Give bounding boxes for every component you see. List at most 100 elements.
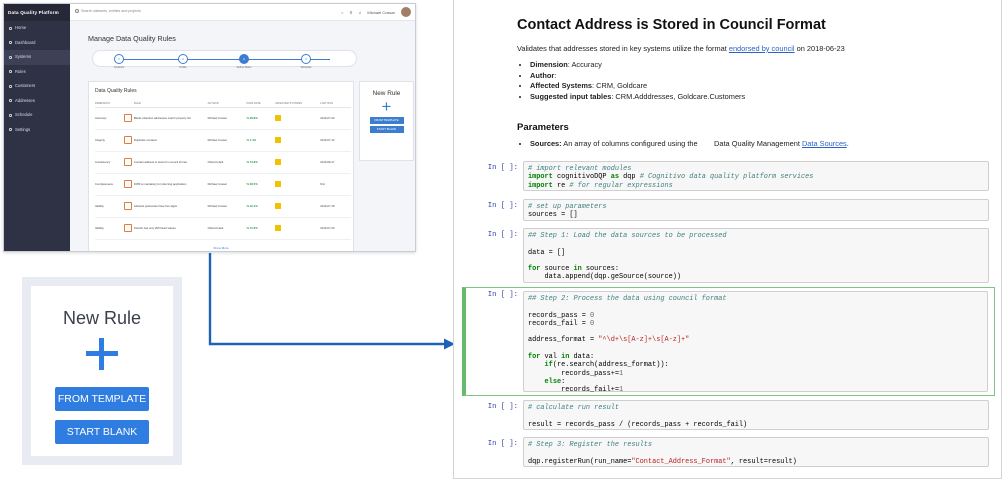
nav-item-home[interactable]: Home (4, 21, 70, 36)
nav-item-addresses[interactable]: Addresses (4, 94, 70, 109)
main-content: Manage Data Quality Rules 1 2 3 4 Conten… (70, 21, 415, 251)
row-systems (275, 217, 321, 240)
table-row[interactable]: Consistency Contact address is stored in… (95, 151, 351, 174)
data-sources-link[interactable]: Data Sources (802, 139, 847, 148)
nav-item-settings[interactable]: Settings (4, 123, 70, 138)
row-rule[interactable]: Blank collection addresses match propert… (133, 107, 208, 130)
bullet-key: Dimension (530, 60, 568, 69)
row-pass-rate: % 54.8% (246, 151, 276, 174)
code-editor[interactable]: # calculate run result result = records_… (523, 400, 989, 430)
new-rule-card-mini: New Rule + FROM TEMPLATE START BLANK (359, 81, 414, 161)
code-editor[interactable]: # set up parameters sources = [] (523, 199, 989, 221)
row-dimension: Consistency (95, 151, 124, 174)
code-editor[interactable]: # Step 3: Register the results dqp.regis… (523, 437, 989, 467)
row-author: Olivia Kubek (207, 151, 247, 174)
search-icon (75, 9, 79, 13)
step-3[interactable]: 3 (239, 54, 249, 64)
row-pass-rate: % 99.8% (246, 107, 276, 130)
customers-icon (9, 84, 12, 88)
step-4[interactable]: 4 (301, 54, 311, 64)
row-dimension: Validity (95, 195, 124, 218)
row-systems (275, 151, 321, 174)
col-last-run[interactable]: LAST RUN (320, 100, 351, 108)
plus-icon[interactable] (86, 338, 118, 370)
nav-item-schedule[interactable]: Schedule (4, 108, 70, 123)
code-editor[interactable]: # import relevant modules import cogniti… (523, 161, 989, 191)
from-template-button[interactable]: FROM TEMPLATE (369, 117, 404, 124)
brand-title: Data Quality Platform (4, 4, 70, 21)
col-icon (123, 100, 134, 108)
app-screenshot: Data Quality Platform Home Dashboard Sys… (3, 3, 416, 252)
nav-item-dashboard[interactable]: Dashboard (4, 36, 70, 51)
rule-doc-icon (123, 179, 132, 188)
code-editor[interactable]: ## Step 2: Process the data using counci… (523, 291, 988, 394)
code-editor[interactable]: ## Step 1: Load the data sources to be p… (523, 228, 989, 283)
row-author: Michael Cossar (207, 173, 247, 196)
system-logo-icon (275, 225, 282, 231)
row-dimension: Completeness (95, 173, 124, 196)
col-author[interactable]: AUTHOR (207, 100, 247, 108)
step-2[interactable]: 2 (178, 54, 188, 64)
bell-icon[interactable]: ♫ (358, 10, 361, 15)
param-end: . (846, 139, 849, 148)
col-rule[interactable]: RULE (133, 100, 208, 108)
table-row[interactable]: Accuracy Blank collection addresses matc… (95, 107, 351, 130)
col-dimension[interactable]: DIMENSION (95, 100, 124, 108)
row-dimension: Validity (95, 217, 124, 240)
row-icon (123, 129, 134, 152)
list-item: Affected Systems: CRM, Goldcare (530, 81, 745, 92)
row-rule[interactable]: DOB is mandatory for planning applicatio… (133, 173, 208, 196)
col-pass-rate[interactable]: PASS RATE (246, 100, 276, 108)
col-systems[interactable]: AFFECTED SYSTEMS (275, 100, 321, 108)
row-dimension: Accuracy (95, 107, 124, 130)
param-key: Sources: (530, 139, 562, 148)
bullet-key: Suggested input tables (530, 91, 612, 101)
table-row[interactable]: Validity Suburb has only 3M linked value… (95, 217, 351, 240)
table-row[interactable]: Validity Address postcodes have five dig… (95, 195, 351, 218)
nav-item-systems[interactable]: Systems (4, 50, 70, 65)
param-text: An array of columns configured using the… (561, 139, 802, 148)
start-blank-button[interactable]: START BLANK (55, 420, 149, 444)
show-more-link[interactable]: Show More (89, 246, 353, 250)
search-input[interactable]: Search datasets, entities and projects (75, 9, 141, 13)
new-rule-title: New Rule (62, 308, 142, 328)
home-icon (9, 26, 12, 30)
system-logo-icon (275, 159, 282, 165)
desc-text: Validates that addresses stored in key s… (517, 44, 729, 53)
parameters-heading: Parameters (517, 122, 569, 133)
from-template-button[interactable]: FROM TEMPLATE (55, 387, 149, 411)
desc-date: on 2018-06-23 (794, 44, 845, 53)
table-header-row: DIMENSION RULE AUTHOR PASS RATE AFFECTED… (95, 100, 351, 108)
user-name[interactable]: Michael Cossar (367, 10, 395, 15)
row-rule[interactable]: Contact address is stored in council for… (133, 151, 208, 174)
search-icon[interactable]: ⚲ (349, 10, 352, 15)
row-author: Michael Cossar (207, 129, 247, 152)
code-cell-selected[interactable]: In [ ]: ## Step 2: Process the data usin… (462, 287, 995, 396)
row-pass-rate: % 92.4% (246, 195, 276, 218)
start-blank-button[interactable]: START BLANK (369, 126, 404, 133)
step-2-label: Profile (179, 65, 187, 69)
rules-title: Data Quality Rules (95, 88, 137, 94)
system-logo-icon (275, 137, 282, 143)
parameters-list: Sources: An array of columns configured … (530, 139, 849, 148)
nav-item-rules[interactable]: Rules (4, 65, 70, 80)
list-item: Dimension: Accuracy (530, 60, 745, 71)
help-icon[interactable]: ○ (341, 10, 343, 15)
stepper-line (119, 59, 330, 60)
cell-prompt: In [ ]: (487, 291, 518, 299)
systems-icon (9, 55, 12, 59)
row-rule[interactable]: Suburb has only 3M linked values (133, 217, 208, 240)
rule-metadata-list: Dimension: Accuracy Author: Affected Sys… (530, 60, 745, 102)
row-systems (275, 195, 321, 218)
table-row[interactable]: Integrity Duplicate contacts Michael Cos… (95, 129, 351, 152)
row-rule[interactable]: Address postcodes have five digits (133, 195, 208, 218)
plus-icon[interactable]: + (360, 98, 413, 115)
step-1[interactable]: 1 (114, 54, 124, 64)
row-icon (123, 173, 134, 196)
table-row[interactable]: Completeness DOB is mandatory for planni… (95, 173, 351, 196)
sidebar: Data Quality Platform Home Dashboard Sys… (4, 4, 70, 251)
row-rule[interactable]: Duplicate contacts (133, 129, 208, 152)
avatar[interactable] (401, 7, 411, 17)
nav-item-customers[interactable]: Customers (4, 79, 70, 94)
endorsed-link[interactable]: endorsed by council (729, 44, 795, 53)
